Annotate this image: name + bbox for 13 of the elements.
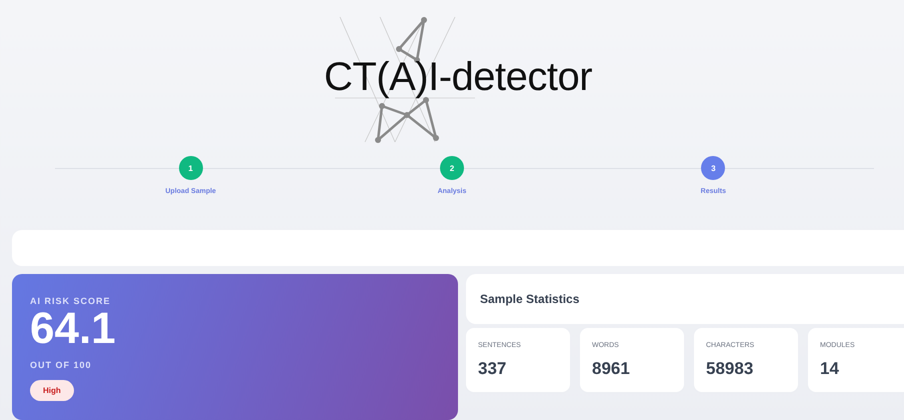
stat-value: 58983 <box>706 359 754 379</box>
step-number[interactable]: 2 <box>440 156 464 180</box>
step-number[interactable]: 3 <box>701 156 726 180</box>
statistics-title: Sample Statistics <box>466 274 904 324</box>
step-number[interactable]: 1 <box>178 156 203 180</box>
risk-level-badge: High <box>30 380 74 401</box>
logo-title: CT(A)I-detector <box>324 54 592 100</box>
stat-value: 14 <box>820 359 840 379</box>
score-scale: OUT OF 100 <box>30 360 92 370</box>
stat-value: 337 <box>478 359 508 379</box>
risk-label: AI RISK SCORE <box>30 296 111 306</box>
stat-value: 8961 <box>592 359 631 379</box>
risk-score: 64.1 <box>30 308 116 350</box>
